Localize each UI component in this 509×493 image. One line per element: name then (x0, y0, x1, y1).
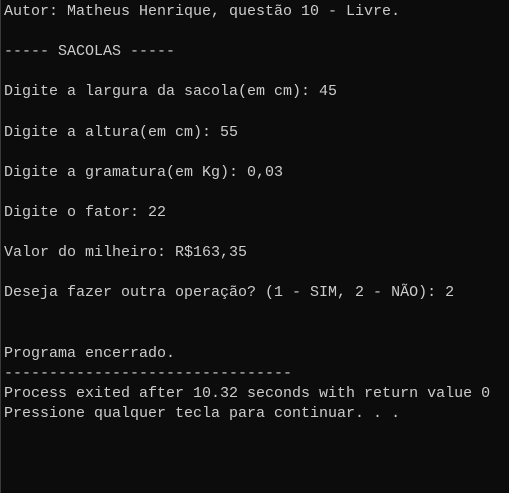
author-line: Autor: Matheus Henrique, questão 10 - Li… (4, 3, 401, 20)
process-exit-line: Process exited after 10.32 seconds with … (4, 384, 491, 402)
prompt-repeat: Deseja fazer outra operação? (1 - SIM, 2… (4, 284, 455, 302)
section-title: ----- SACOLAS ----- (4, 43, 176, 61)
end-message: Programa encerrado. (4, 344, 176, 362)
prompt-width: Digite a largura da sacola(em cm): 45 (4, 83, 338, 101)
prompt-height: Digite a altura(em cm): 55 (4, 123, 239, 141)
prompt-grammage: Digite a gramatura(em Kg): 0,03 (4, 163, 284, 181)
console-window[interactable]: Autor: Matheus Henrique, questão 10 - Li… (0, 0, 508, 493)
console-output: Autor: Matheus Henrique, questão 10 - Li… (4, 2, 508, 424)
press-key-line: Pressione qualquer tecla para continuar.… (4, 404, 401, 422)
prompt-factor: Digite o fator: 22 (4, 203, 167, 221)
separator-line: -------------------------------- (4, 364, 293, 382)
result-line: Valor do milheiro: R$163,35 (4, 244, 248, 262)
